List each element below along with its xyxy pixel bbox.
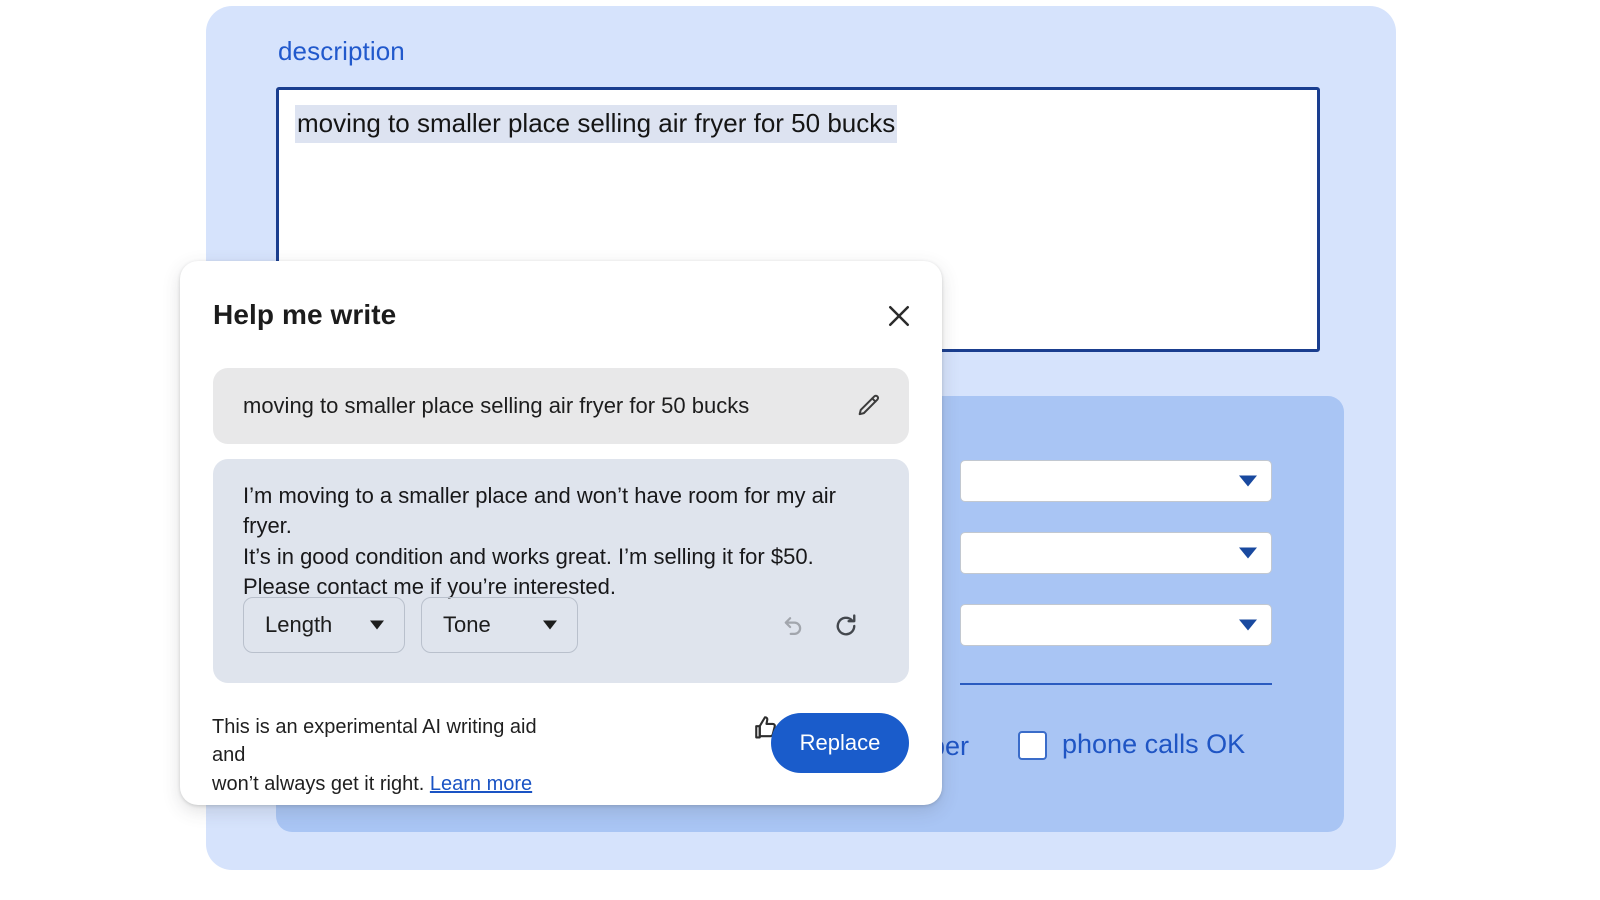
prompt-chip: moving to smaller place selling air frye… [213, 368, 909, 444]
generated-result-text: I’m moving to a smaller place and won’t … [243, 483, 837, 600]
pencil-icon[interactable] [855, 392, 883, 420]
caret-down-icon [543, 620, 557, 630]
undo-icon[interactable] [777, 612, 807, 642]
form-divider [960, 683, 1272, 685]
replace-button[interactable]: Replace [771, 713, 909, 773]
description-field-label: description [278, 36, 405, 66]
description-textarea-value: moving to smaller place selling air frye… [295, 105, 898, 143]
learn-more-link[interactable]: Learn more [430, 773, 532, 795]
length-dropdown-label: Length [265, 612, 333, 637]
form-select-2[interactable] [960, 532, 1272, 574]
disclaimer-line-2: won’t always get it right. [212, 772, 430, 795]
disclaimer-text: This is an experimental AI writing aid a… [212, 713, 572, 798]
refresh-icon[interactable] [831, 611, 861, 641]
phone-calls-ok-label: phone calls OK [1062, 729, 1246, 759]
close-icon[interactable] [884, 301, 914, 331]
caret-down-icon [1239, 547, 1257, 559]
phone-calls-ok-checkbox[interactable] [1018, 731, 1047, 760]
length-dropdown[interactable]: Length [243, 597, 405, 653]
tone-dropdown-label: Tone [443, 612, 491, 637]
tone-dropdown[interactable]: Tone [421, 597, 578, 653]
disclaimer-line-1: This is an experimental AI writing aid a… [212, 716, 537, 767]
caret-down-icon [1239, 619, 1257, 631]
caret-down-icon [1239, 475, 1257, 487]
generated-result-panel: I’m moving to a smaller place and won’t … [213, 459, 909, 683]
caret-down-icon [370, 620, 384, 630]
form-select-1[interactable] [960, 460, 1272, 502]
help-me-write-dialog: Help me write moving to smaller place se… [180, 261, 942, 805]
prompt-text: moving to smaller place selling air frye… [243, 393, 750, 418]
screenshot-stage: description moving to smaller place sell… [0, 0, 1600, 900]
dialog-title: Help me write [213, 299, 397, 330]
form-select-3[interactable] [960, 604, 1272, 646]
